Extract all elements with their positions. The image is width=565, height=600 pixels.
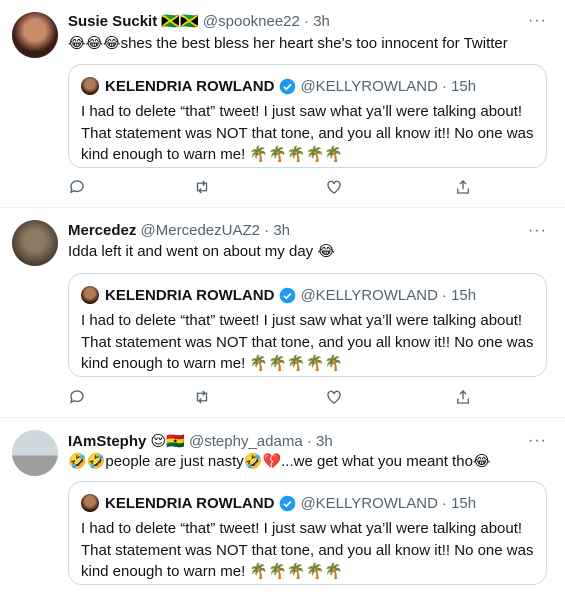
display-name[interactable]: Susie Suckit [68, 13, 157, 30]
retweet-icon[interactable] [193, 388, 213, 408]
tweet-actions [68, 388, 469, 408]
verified-badge-icon [280, 78, 296, 94]
quoted-avatar [81, 286, 99, 304]
like-icon[interactable] [325, 388, 345, 408]
tweet-text: Idda left it and went on about my day 😂 [68, 243, 335, 260]
reply-icon[interactable] [68, 178, 88, 198]
quoted-tweet-header: KELENDRIA ROWLAND @KELLYROWLAND · 15h [81, 286, 476, 304]
verified-badge-icon [280, 495, 296, 511]
quoted-tweet-text: I had to delete “that” tweet! I just saw… [81, 312, 534, 372]
quoted-tweet-text: I had to delete “that” tweet! I just saw… [81, 520, 534, 580]
quoted-display-name: KELENDRIA ROWLAND [105, 494, 275, 512]
tweet-actions [68, 178, 469, 198]
like-icon[interactable] [325, 178, 345, 198]
tweet[interactable]: Susie Suckit 🇯🇲🇯🇲 @spooknee22 · 3h ··· 😂… [0, 0, 565, 208]
avatar[interactable] [12, 12, 58, 58]
quoted-timestamp: · 15h [441, 286, 477, 304]
quoted-handle: @KELLYROWLAND [300, 286, 438, 304]
quoted-handle: @KELLYROWLAND [300, 77, 438, 95]
retweet-icon[interactable] [193, 178, 213, 198]
verified-badge-icon [280, 287, 296, 303]
name-emoji: 🇯🇲🇯🇲 [161, 13, 199, 30]
reply-icon[interactable] [68, 388, 88, 408]
quoted-avatar [81, 494, 99, 512]
share-icon[interactable] [454, 178, 474, 198]
more-options-icon[interactable]: ··· [528, 12, 547, 30]
more-options-icon[interactable]: ··· [528, 222, 547, 240]
tweet[interactable]: IAmStephy 😌🇬🇭 @stephy_adama · 3h ··· 🤣🤣p… [0, 418, 565, 600]
tweet-header: IAmStephy 😌🇬🇭 @stephy_adama · 3h [68, 432, 333, 450]
quoted-timestamp: · 15h [441, 77, 477, 95]
quoted-tweet[interactable]: KELENDRIA ROWLAND @KELLYROWLAND · 15h I … [68, 64, 547, 168]
tweet-header: Mercedez @MercedezUAZ2 · 3h [68, 222, 290, 239]
tweet[interactable]: Mercedez @MercedezUAZ2 · 3h ··· Idda lef… [0, 208, 565, 418]
quoted-timestamp: · 15h [441, 494, 477, 512]
share-icon[interactable] [454, 388, 474, 408]
quoted-display-name: KELENDRIA ROWLAND [105, 286, 275, 304]
timestamp[interactable]: · 3h [307, 433, 333, 450]
more-options-icon[interactable]: ··· [528, 432, 547, 450]
timestamp[interactable]: · 3h [264, 222, 290, 239]
quoted-tweet-text: I had to delete “that” tweet! I just saw… [81, 103, 534, 163]
display-name[interactable]: Mercedez [68, 222, 136, 239]
handle[interactable]: @MercedezUAZ2 [141, 222, 260, 239]
quoted-handle: @KELLYROWLAND [300, 494, 438, 512]
display-name[interactable]: IAmStephy [68, 433, 146, 450]
timestamp[interactable]: · 3h [304, 13, 330, 30]
handle[interactable]: @spooknee22 [203, 13, 300, 30]
quoted-display-name: KELENDRIA ROWLAND [105, 77, 275, 95]
avatar[interactable] [12, 430, 58, 476]
tweet-header: Susie Suckit 🇯🇲🇯🇲 @spooknee22 · 3h [68, 12, 330, 30]
tweet-text: 🤣🤣people are just nasty🤣💔...we get what … [68, 453, 491, 470]
tweet-text: 😂😂😂shes the best bless her heart she’s t… [68, 35, 508, 52]
avatar[interactable] [12, 220, 58, 266]
name-emoji: 😌🇬🇭 [150, 433, 185, 450]
handle[interactable]: @stephy_adama [189, 433, 303, 450]
quoted-tweet[interactable]: KELENDRIA ROWLAND @KELLYROWLAND · 15h I … [68, 481, 547, 585]
quoted-avatar [81, 77, 99, 95]
quoted-tweet[interactable]: KELENDRIA ROWLAND @KELLYROWLAND · 15h I … [68, 273, 547, 377]
quoted-tweet-header: KELENDRIA ROWLAND @KELLYROWLAND · 15h [81, 494, 476, 512]
quoted-tweet-header: KELENDRIA ROWLAND @KELLYROWLAND · 15h [81, 77, 476, 95]
